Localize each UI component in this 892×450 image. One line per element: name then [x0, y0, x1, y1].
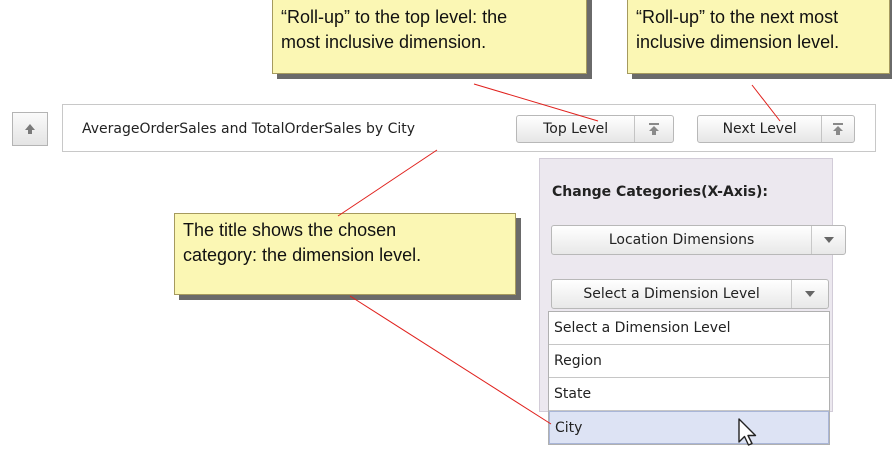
dimension-select-value: Location Dimensions [608, 232, 755, 248]
change-categories-title: Change Categories(X-Axis): [552, 184, 768, 200]
dropdown-option[interactable]: State [549, 378, 829, 411]
rollup-top-icon [635, 116, 673, 142]
callout-title-line1: The title shows the chosen [183, 220, 397, 240]
callout-next-level-line2: inclusive dimension level. [636, 32, 840, 52]
next-level-label: Next Level [722, 121, 797, 137]
dropdown-option[interactable]: Region [549, 345, 829, 378]
callout-title: The title shows the chosen category: the… [174, 213, 516, 295]
arrow-up-icon [25, 124, 35, 134]
leader-line-title-city [349, 295, 552, 425]
chevron-down-icon [812, 226, 845, 254]
mouse-cursor-icon [738, 418, 757, 446]
callout-top-level: “Roll-up” to the top level: the most inc… [272, 0, 587, 74]
dimension-select[interactable]: Location Dimensions [551, 225, 846, 255]
dimension-level-dropdown: Select a Dimension Level Region State Ci… [548, 311, 830, 445]
top-level-label: Top Level [543, 121, 609, 137]
dimension-level-select-value: Select a Dimension Level [583, 286, 760, 302]
callout-top-level-line2: most inclusive dimension. [281, 32, 487, 52]
callout-next-level-line1: “Roll-up” to the next most [636, 7, 839, 27]
dropdown-option-city[interactable]: City [549, 411, 829, 444]
callout-title-line2: category: the dimension level. [183, 245, 422, 265]
navigate-up-button[interactable] [12, 112, 48, 146]
dimension-level-select[interactable]: Select a Dimension Level [551, 279, 829, 309]
dropdown-option[interactable]: Select a Dimension Level [549, 312, 829, 345]
callout-top-level-line1: “Roll-up” to the top level: the [281, 7, 508, 27]
next-level-button[interactable]: Next Level [697, 115, 855, 143]
top-level-button[interactable]: Top Level [516, 115, 674, 143]
callout-next-level: “Roll-up” to the next most inclusive dim… [627, 0, 890, 74]
leader-line-title-up [337, 149, 438, 217]
rollup-next-icon [822, 116, 854, 142]
chevron-down-icon [792, 280, 828, 308]
chart-title: AverageOrderSales and TotalOrderSales by… [82, 121, 416, 137]
